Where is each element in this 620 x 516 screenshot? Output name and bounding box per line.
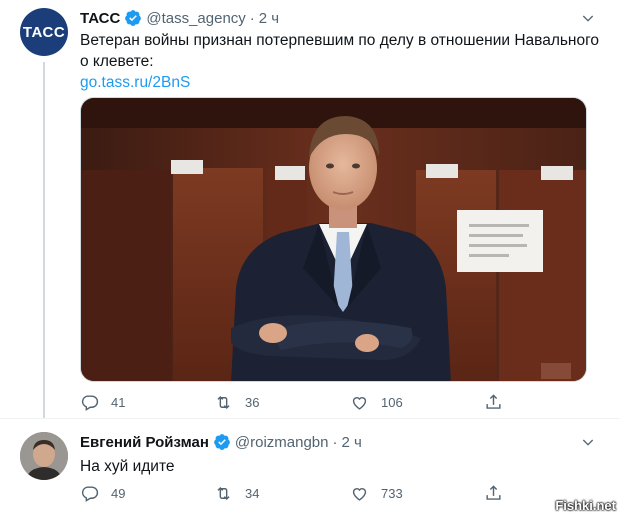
share-icon — [486, 485, 501, 500]
tweet-photo[interactable] — [80, 97, 587, 382]
photo-image — [81, 98, 586, 381]
chevron-down-icon[interactable] — [580, 10, 596, 26]
avatar-photo — [20, 432, 68, 480]
reply-count: 41 — [111, 395, 126, 410]
retweet-icon — [217, 486, 230, 501]
verified-badge-icon — [125, 10, 142, 26]
retweet-count: 34 — [245, 486, 260, 501]
like-button[interactable]: 106 — [350, 393, 403, 412]
tweet-actions: 49 34 733 — [80, 484, 510, 504]
retweet-button[interactable]: 36 — [214, 393, 259, 412]
author-name[interactable]: Евгений Ройзман — [80, 434, 209, 451]
tweet-link[interactable]: go.tass.ru/2BnS — [80, 72, 600, 93]
separator-dot: · — [249, 9, 255, 27]
reply-button[interactable]: 49 — [80, 484, 125, 503]
tweet-text: На хуй идите — [80, 456, 600, 477]
like-button[interactable]: 733 — [350, 484, 403, 503]
author-handle[interactable]: @tass_agency — [146, 10, 245, 27]
author-handle[interactable]: @roizmangbn — [235, 434, 329, 451]
tweet-text: Ветеран войны признан потерпевшим по дел… — [80, 30, 600, 93]
timestamp[interactable]: 2 ч — [259, 10, 279, 27]
reply-icon — [81, 486, 99, 502]
separator-dot: · — [332, 433, 338, 451]
avatar[interactable] — [20, 432, 68, 480]
like-icon — [352, 397, 367, 410]
reply-icon — [81, 395, 99, 411]
share-icon — [486, 394, 501, 409]
tweet-roizman[interactable]: Евгений Ройзман @roizmangbn · 2 ч На хуй… — [0, 418, 620, 516]
share-button[interactable] — [484, 393, 515, 412]
reply-count: 49 — [111, 486, 126, 501]
retweet-button[interactable]: 34 — [214, 484, 259, 503]
watermark: Fishki.net — [555, 498, 616, 513]
retweet-icon — [217, 395, 230, 410]
avatar-logo-text: ТАСС — [22, 23, 66, 41]
tweet-actions: 41 36 106 — [80, 393, 510, 413]
avatar[interactable]: ТАСС — [20, 8, 68, 56]
tweet-body: Ветеран войны признан потерпевшим по дел… — [80, 32, 600, 70]
thread-line — [43, 62, 45, 418]
retweet-count: 36 — [245, 395, 260, 410]
verified-badge-icon — [214, 434, 230, 450]
share-button[interactable] — [484, 484, 515, 503]
tweet-body: На хуй идите — [80, 458, 175, 475]
tweet-header: Евгений Ройзман @roizmangbn · 2 ч — [80, 433, 362, 451]
chevron-down-icon[interactable] — [580, 434, 596, 450]
like-count: 733 — [381, 486, 403, 501]
timestamp[interactable]: 2 ч — [342, 434, 362, 451]
tweet-header: ТАСС @tass_agency · 2 ч — [80, 9, 279, 27]
like-icon — [352, 488, 367, 501]
tweet-tass[interactable]: ТАСС ТАСС @tass_agency · 2 ч Ветеран вой… — [0, 0, 620, 418]
like-count: 106 — [381, 395, 403, 410]
author-name[interactable]: ТАСС — [80, 10, 120, 27]
reply-button[interactable]: 41 — [80, 393, 125, 412]
